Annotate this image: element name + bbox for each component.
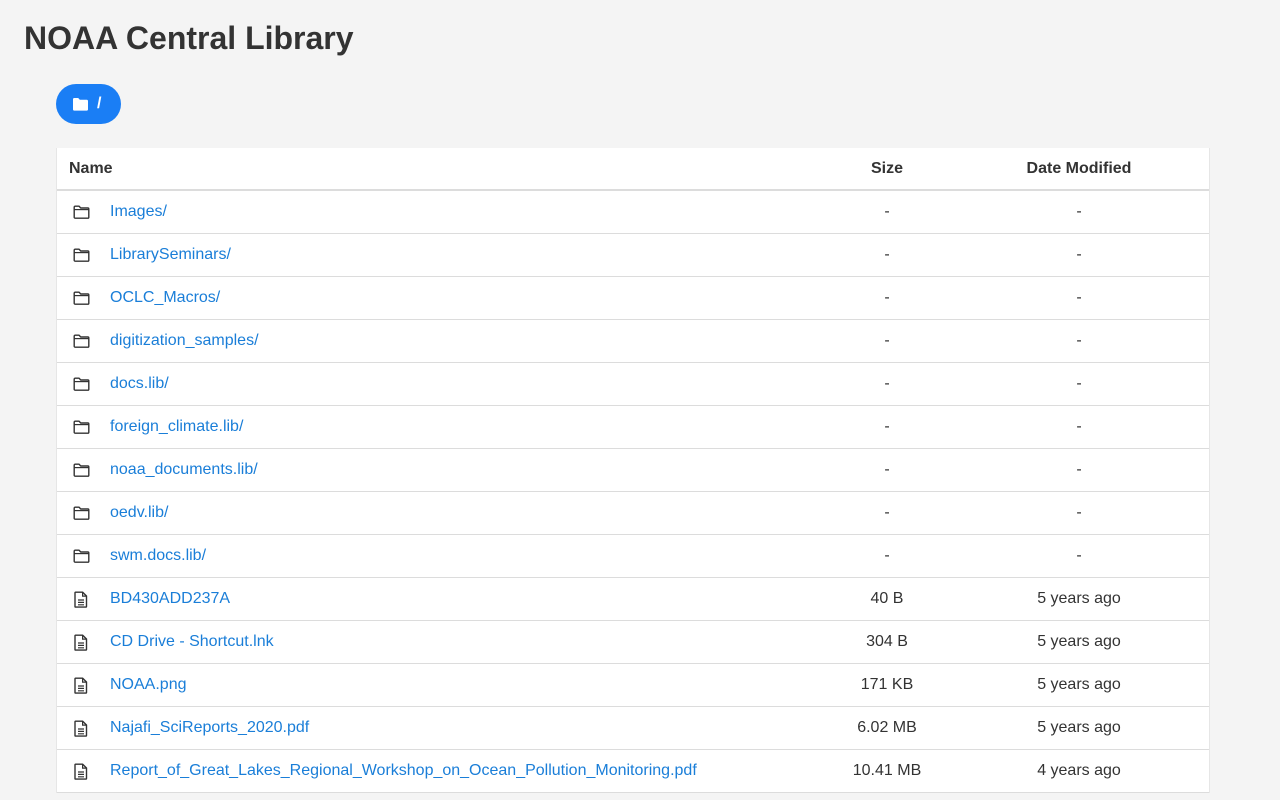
table-row: NOAA.png 171 KB 5 years ago <box>57 664 1209 707</box>
name-cell: foreign_climate.lib/ <box>57 415 815 439</box>
folder-icon <box>72 97 89 111</box>
folder-link[interactable]: swm.docs.lib/ <box>110 547 206 565</box>
breadcrumb-label: / <box>97 95 102 112</box>
file-icon <box>69 716 93 740</box>
name-cell: Najafi_SciReports_2020.pdf <box>57 716 815 740</box>
folder-link[interactable]: noaa_documents.lib/ <box>110 461 258 479</box>
folder-icon <box>69 372 93 396</box>
table-row: foreign_climate.lib/ - - <box>57 406 1209 449</box>
file-link[interactable]: BD430ADD237A <box>110 590 230 608</box>
folder-icon <box>69 415 93 439</box>
table-row: BD430ADD237A 40 B 5 years ago <box>57 578 1209 621</box>
folder-link[interactable]: LibrarySeminars/ <box>110 246 231 264</box>
folder-icon <box>69 243 93 267</box>
folder-link[interactable]: digitization_samples/ <box>110 332 259 350</box>
name-cell: noaa_documents.lib/ <box>57 458 815 482</box>
header-date-modified[interactable]: Date Modified <box>959 160 1199 178</box>
name-cell: BD430ADD237A <box>57 587 815 611</box>
table-row: CD Drive - Shortcut.lnk 304 B 5 years ago <box>57 621 1209 664</box>
size-cell: 304 B <box>866 633 908 650</box>
date-modified-cell: 5 years ago <box>1037 719 1121 736</box>
size-cell: - <box>884 375 890 392</box>
table-row: noaa_documents.lib/ - - <box>57 449 1209 492</box>
name-cell: OCLC_Macros/ <box>57 286 815 310</box>
size-cell: 171 KB <box>860 676 914 693</box>
date-modified-cell: - <box>1076 375 1082 392</box>
folder-link[interactable]: foreign_climate.lib/ <box>110 418 243 436</box>
file-link[interactable]: NOAA.png <box>110 676 186 694</box>
file-listing-table: Name Size Date Modified Images/- - Library… <box>56 148 1210 793</box>
name-cell: oedv.lib/ <box>57 501 815 525</box>
name-cell: docs.lib/ <box>57 372 815 396</box>
file-icon <box>69 630 93 654</box>
file-icon <box>69 759 93 783</box>
folder-icon <box>69 544 93 568</box>
size-cell: 6.02 MB <box>857 719 917 736</box>
file-link[interactable]: Najafi_SciReports_2020.pdf <box>110 719 309 737</box>
file-icon <box>69 587 93 611</box>
name-cell: CD Drive - Shortcut.lnk <box>57 630 815 654</box>
date-modified-cell: 4 years ago <box>1037 762 1121 779</box>
size-cell: 10.41 MB <box>852 762 922 779</box>
table-row: Najafi_SciReports_2020.pdf 6.02 MB 5 years… <box>57 707 1209 750</box>
table-row: oedv.lib/ - - <box>57 492 1209 535</box>
date-modified-cell: - <box>1076 332 1082 349</box>
name-cell: NOAA.png <box>57 673 815 697</box>
date-modified-cell: - <box>1076 547 1082 564</box>
folder-link[interactable]: OCLC_Macros/ <box>110 289 220 307</box>
size-cell: - <box>884 332 890 349</box>
folder-icon <box>69 200 93 224</box>
table-row: Report_of_Great_Lakes_Regional_Workshop_… <box>57 750 1209 793</box>
folder-icon <box>69 329 93 353</box>
table-row: LibrarySeminars/ - - <box>57 234 1209 277</box>
folder-link[interactable]: Images/ <box>110 203 167 221</box>
size-cell: - <box>884 418 890 435</box>
file-link[interactable]: CD Drive - Shortcut.lnk <box>110 633 274 651</box>
folder-icon <box>69 501 93 525</box>
folder-link[interactable]: oedv.lib/ <box>110 504 168 522</box>
name-cell: Report_of_Great_Lakes_Regional_Workshop_… <box>57 759 815 783</box>
date-modified-cell: - <box>1076 289 1082 306</box>
folder-icon <box>69 286 93 310</box>
file-link[interactable]: Report_of_Great_Lakes_Regional_Workshop_… <box>110 762 697 780</box>
table-row: docs.lib/ - - <box>57 363 1209 406</box>
date-modified-cell: - <box>1076 461 1082 478</box>
size-cell: - <box>884 504 890 521</box>
header-name[interactable]: Name <box>57 160 815 178</box>
date-modified-cell: 5 years ago <box>1037 590 1121 607</box>
header-size[interactable]: Size <box>815 160 959 178</box>
breadcrumb-root-button[interactable]: / <box>56 84 122 124</box>
table-header: Name Size Date Modified <box>57 148 1209 191</box>
table-row: swm.docs.lib/ - - <box>57 535 1209 578</box>
table-body: Images/ - - LibrarySeminars/ - - OCLC_Macros/ -… <box>57 191 1209 793</box>
folder-icon <box>69 458 93 482</box>
size-cell: - <box>884 461 890 478</box>
size-cell: - <box>884 289 890 306</box>
table-row: Images/ - - <box>57 191 1209 234</box>
date-modified-cell: - <box>1076 203 1082 220</box>
page-title: NOAA Central Library <box>24 20 354 56</box>
date-modified-cell: - <box>1076 418 1082 435</box>
date-modified-cell: 5 years ago <box>1037 633 1121 650</box>
size-cell: 40 B <box>870 590 904 607</box>
folder-link[interactable]: docs.lib/ <box>110 375 169 393</box>
name-cell: swm.docs.lib/ <box>57 544 815 568</box>
size-cell: - <box>884 203 890 220</box>
name-cell: LibrarySeminars/ <box>57 243 815 267</box>
date-modified-cell: - <box>1076 504 1082 521</box>
table-row: OCLC_Macros/ - - <box>57 277 1209 320</box>
date-modified-cell: 5 years ago <box>1037 676 1121 693</box>
name-cell: Images/ <box>57 200 815 224</box>
name-cell: digitization_samples/ <box>57 329 815 353</box>
size-cell: - <box>884 547 890 564</box>
file-icon <box>69 673 93 697</box>
size-cell: - <box>884 246 890 263</box>
table-row: digitization_samples/ - - <box>57 320 1209 363</box>
date-modified-cell: - <box>1076 246 1082 263</box>
